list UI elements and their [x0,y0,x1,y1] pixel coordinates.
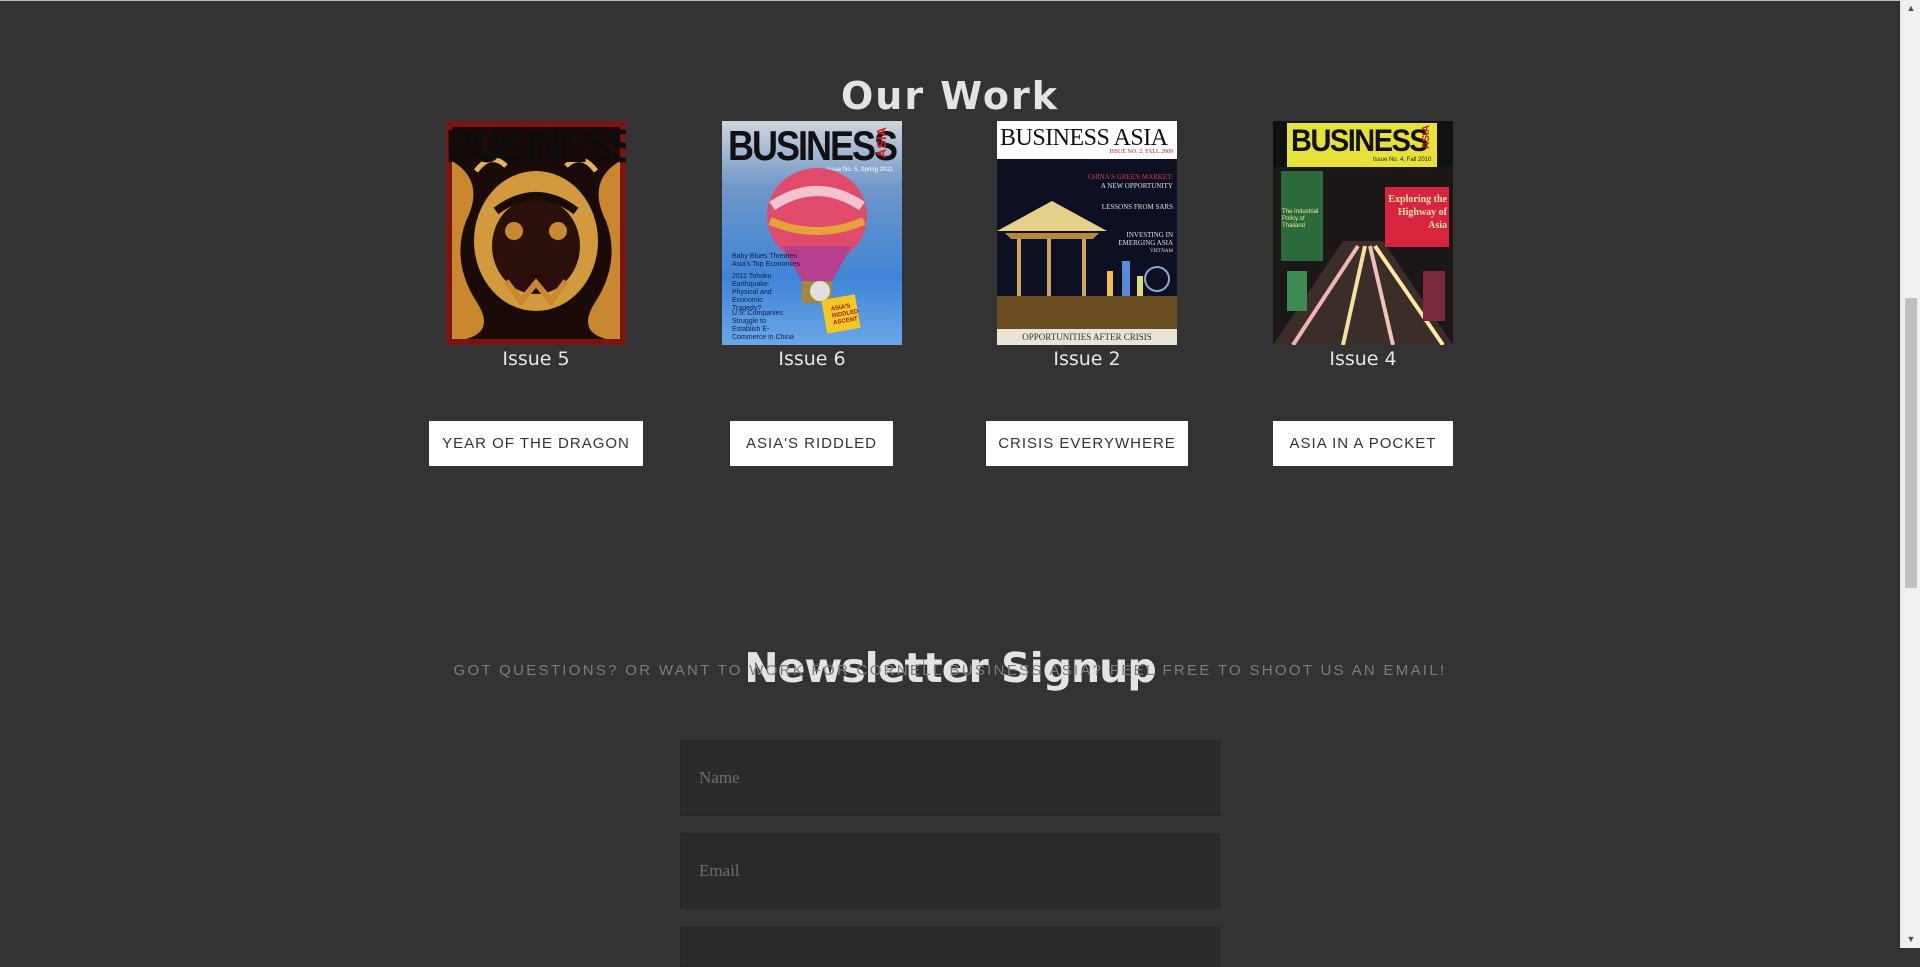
issue-2-cover[interactable]: BUSINESS ASIA ISSUE NO. 2, FALL 2009 CHI… [997,121,1177,345]
issue-5-label[interactable]: Issue 5 [426,348,646,370]
issue-4-highway-art [1273,167,1453,345]
issue-4-headline-2: The Industrial Policy of Thailand [1282,209,1319,229]
issue-2-headline-1: CHINA'S GREEN MARKET: [1087,173,1173,181]
issue-6-headline-1: Baby Blues Threaten Asia's Top Economies [732,253,801,268]
newsletter-subtitle: GOT QUESTIONS? OR WANT TO WORK FOR CORNE… [453,662,1447,679]
issue-5-masthead: BUSINESS [446,121,626,173]
issue-6-headline-3: U.S. Companies Struggle to Establish E-C… [732,310,794,341]
issue-6-headline-2: 2011 Tohoku Earthquake: Physical and Eco… [732,273,772,312]
top-border [0,0,1900,1]
issue-5-cover[interactable]: BUSINESS [446,121,626,345]
asia-in-a-pocket-button[interactable]: ASIA IN A POCKET [1273,421,1453,466]
scroll-thumb[interactable] [1905,298,1917,588]
issue-2-headline-4: INVESTING IN EMERGING ASIA [1118,231,1173,247]
issue-4-cover[interactable]: BUSINESS ASIA Issue No. 4, Fall 2010 Exp… [1273,121,1453,345]
page-scrollbar[interactable]: ▲ ▼ [1900,0,1920,948]
scroll-down-icon[interactable]: ▼ [1901,931,1920,948]
email-field[interactable] [680,833,1220,909]
issue-6-label[interactable]: Issue 6 [702,348,922,370]
our-work-title: Our Work [840,73,1059,118]
message-field[interactable] [680,927,1220,967]
issue-6-cover[interactable]: BUSINESS ASIA Issue No. 5, Spring 2011 A… [722,121,902,345]
issue-2-headline-2: A NEW OPPORTUNITY [1100,182,1173,190]
issue-4-headline-1: Exploring the Highway of Asia [1388,194,1447,231]
issue-2-headline-3: LESSONS FROM SARS [1101,203,1173,211]
issue-2-label[interactable]: Issue 2 [977,348,1197,370]
name-field[interactable] [680,740,1220,816]
scroll-up-icon[interactable]: ▲ [1901,0,1920,17]
issue-2-footer: OPPORTUNITIES AFTER CRISIS [997,329,1177,345]
asias-riddled-button[interactable]: ASIA'S RIDDLED [730,421,893,466]
issue-2-headline-5: VIETNAM [1149,249,1173,254]
year-of-the-dragon-button[interactable]: YEAR OF THE DRAGON [429,421,643,466]
issue-4-label[interactable]: Issue 4 [1253,348,1473,370]
crisis-everywhere-button[interactable]: CRISIS EVERYWHERE [986,421,1188,466]
